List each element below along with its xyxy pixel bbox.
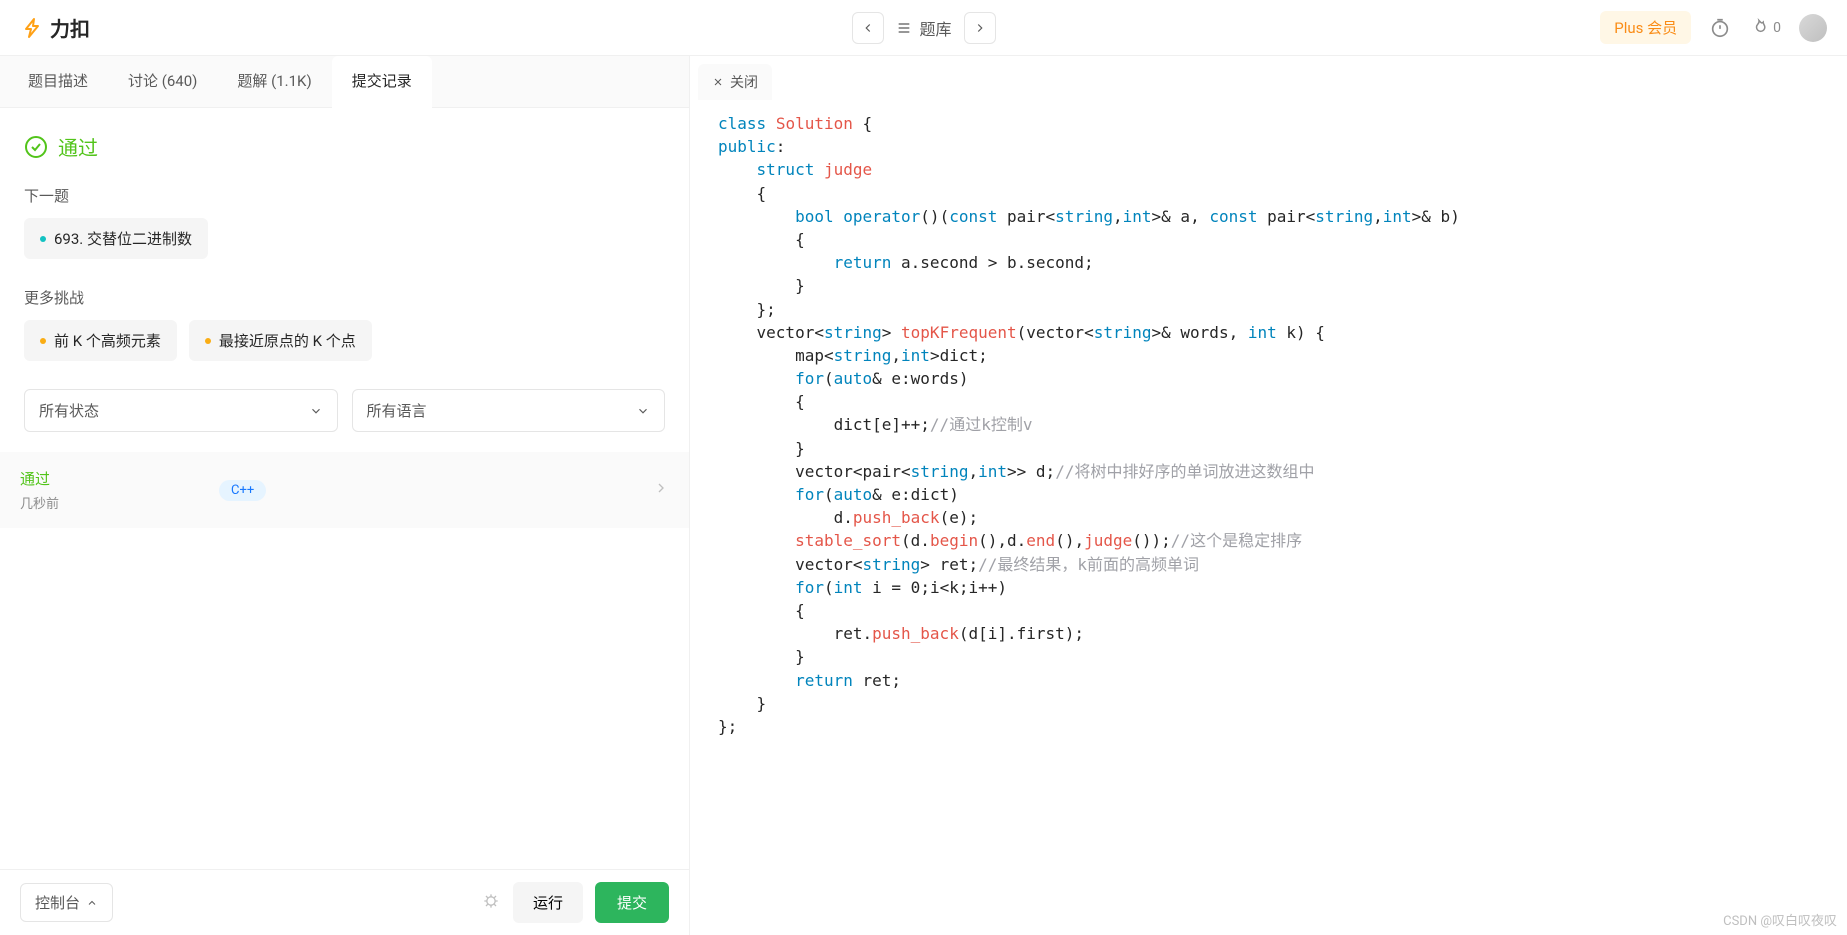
chevron-down-icon [309, 404, 323, 418]
language-filter-select[interactable]: 所有语言 [352, 389, 666, 432]
bug-icon[interactable] [481, 891, 501, 915]
chevron-up-icon [86, 897, 98, 909]
logo-text: 力扣 [50, 13, 90, 42]
top-right: Plus 会员 0 [1600, 11, 1827, 44]
tab-submissions[interactable]: 提交记录 [332, 56, 432, 107]
nav-title[interactable]: 题库 [895, 16, 951, 40]
right-panel: 关闭 class Solution { public: struct judge… [690, 56, 1847, 935]
code-editor[interactable]: class Solution { public: struct judge { … [690, 100, 1847, 935]
challenge-chip[interactable]: 前 K 个高频元素 [24, 320, 177, 361]
status-filter-select[interactable]: 所有状态 [24, 389, 338, 432]
left-footer: 控制台 运行 提交 [0, 869, 689, 935]
watermark: CSDN @叹白叹夜叹 [1723, 910, 1837, 929]
close-tab[interactable]: 关闭 [698, 64, 772, 100]
tab-solutions[interactable]: 题解 (1.1K) [217, 56, 331, 107]
submit-button[interactable]: 提交 [595, 882, 669, 923]
run-button[interactable]: 运行 [513, 882, 583, 923]
language-badge: C++ [219, 480, 266, 501]
plus-badge[interactable]: Plus 会员 [1600, 11, 1691, 44]
logo[interactable]: 力扣 [20, 13, 90, 42]
left-content: 通过 下一题 693. 交替位二进制数 更多挑战 前 K 个高频元素 最接近原点… [0, 108, 689, 869]
chevron-down-icon [636, 404, 650, 418]
more-label: 更多挑战 [24, 287, 665, 308]
status-text: 通过 [58, 132, 98, 161]
next-problem-chip[interactable]: 693. 交替位二进制数 [24, 218, 208, 259]
close-icon [712, 76, 724, 88]
nav-next-button[interactable] [964, 12, 996, 44]
difficulty-dot-icon [40, 338, 46, 344]
challenge-chip[interactable]: 最接近原点的 K 个点 [189, 320, 372, 361]
tab-discuss[interactable]: 讨论 (640) [108, 56, 217, 107]
logo-icon [20, 16, 44, 40]
nav-center: 题库 [851, 12, 995, 44]
left-panel: 题目描述 讨论 (640) 题解 (1.1K) 提交记录 通过 下一题 693.… [0, 56, 690, 935]
next-label: 下一题 [24, 185, 665, 206]
submission-time: 几秒前 [20, 493, 59, 512]
submission-item[interactable]: 通过 几秒前 C++ [0, 452, 689, 528]
tab-description[interactable]: 题目描述 [8, 56, 108, 107]
timer-icon[interactable] [1709, 17, 1731, 39]
list-icon [895, 20, 911, 36]
status-row: 通过 [24, 132, 665, 161]
fire-icon [1749, 18, 1769, 38]
difficulty-dot-icon [40, 236, 46, 242]
tabs: 题目描述 讨论 (640) 题解 (1.1K) 提交记录 [0, 56, 689, 108]
difficulty-dot-icon [205, 338, 211, 344]
chevron-right-icon [653, 480, 669, 500]
check-circle-icon [24, 135, 48, 159]
top-bar: 力扣 题库 Plus 会员 0 [0, 0, 1847, 56]
avatar[interactable] [1799, 14, 1827, 42]
submission-status: 通过 [20, 468, 59, 489]
nav-prev-button[interactable] [851, 12, 883, 44]
console-button[interactable]: 控制台 [20, 883, 113, 922]
fire-counter[interactable]: 0 [1749, 18, 1781, 38]
